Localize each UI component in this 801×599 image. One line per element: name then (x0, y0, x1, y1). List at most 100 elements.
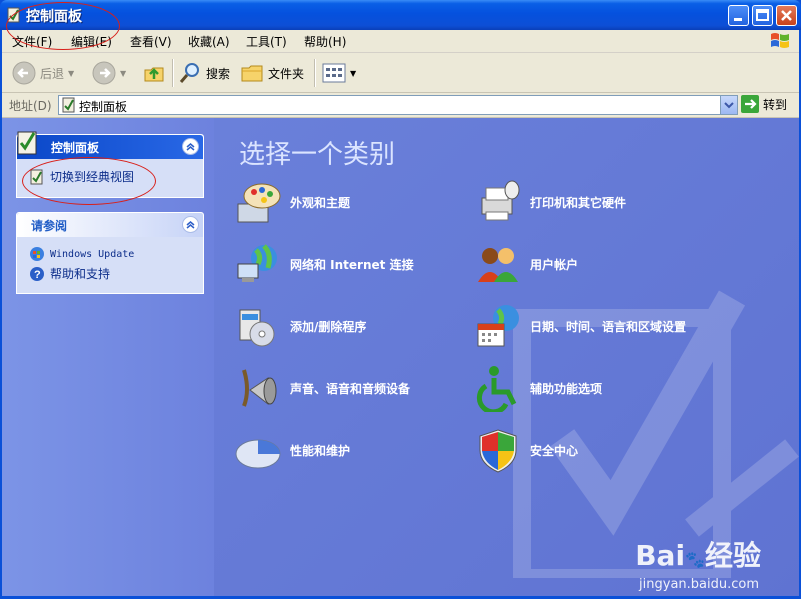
page-title: 选择一个类别 (239, 140, 396, 170)
help-and-support-label: 帮助和支持 (50, 267, 111, 281)
search-icon (179, 63, 199, 83)
category-label: 声音、语音和音频设备 (290, 381, 411, 396)
views-icon (322, 63, 346, 83)
paw-icon: 🐾 (685, 550, 705, 569)
windows-update-label: Windows Update (50, 248, 135, 260)
category-accessibility-options[interactable]: 辅助功能选项 (474, 364, 602, 412)
appearance-icon (237, 183, 281, 223)
add-remove-programs-icon (239, 309, 275, 347)
printer-icon (481, 180, 520, 221)
back-label: 后退 (40, 66, 65, 81)
search-button[interactable]: 搜索 (178, 61, 230, 85)
forward-button[interactable]: ▼ (92, 61, 126, 85)
control-panel-small-icon (62, 97, 75, 113)
category-add-remove-programs[interactable]: 添加/删除程序 (234, 302, 366, 350)
control-panel-app-icon (7, 7, 20, 23)
toolbar: 后退 ▼ ▼ 搜索 文件夹 ▼ (2, 53, 799, 93)
toolbar-separator (172, 59, 174, 87)
windows-update-link[interactable]: Windows Update (29, 246, 195, 262)
chevron-down-icon (724, 102, 734, 109)
folders-button[interactable]: 文件夹 (240, 61, 304, 85)
forward-arrow-icon (92, 61, 116, 85)
up-button[interactable] (142, 61, 166, 85)
control-panel-panel-title: 控制面板 (51, 140, 100, 155)
switch-to-classic-view-link[interactable]: 切换到经典视图 (29, 168, 195, 185)
watermark-brand2: 经验 (704, 539, 761, 572)
category-user-accounts[interactable]: 用户帐户 (474, 240, 578, 288)
help-icon: ? (30, 266, 44, 281)
performance-icon (235, 439, 281, 469)
watermark-brand: Bai (635, 539, 686, 572)
go-button[interactable]: 转到 (741, 95, 787, 113)
go-arrow-icon (741, 95, 759, 113)
security-center-icon (479, 429, 517, 473)
back-dropdown-icon[interactable]: ▼ (68, 69, 74, 78)
close-icon (781, 10, 792, 21)
collapse-button[interactable] (182, 216, 199, 233)
switch-to-classic-view-label: 切换到经典视图 (50, 170, 135, 184)
category-security-center[interactable]: 安全中心 (474, 426, 578, 474)
menu-file[interactable]: 文件(F) (12, 33, 52, 50)
control-panel-large-icon (17, 131, 37, 155)
windows-update-icon (30, 247, 44, 261)
up-folder-icon (144, 67, 164, 82)
go-label: 转到 (763, 97, 788, 112)
svg-text:?: ? (34, 269, 41, 281)
content-area: 控制面板 切换到经典视图 请参阅 Windows Update ? 帮助和支持 … (2, 118, 799, 596)
windows-logo-icon (771, 33, 789, 48)
category-performance-maintenance[interactable]: 性能和维护 (234, 426, 350, 474)
menu-edit[interactable]: 编辑(E) (71, 33, 112, 50)
see-also-panel-body: Windows Update ? 帮助和支持 (17, 237, 203, 293)
see-also-panel: 请参阅 Windows Update ? 帮助和支持 (16, 212, 204, 294)
category-label: 性能和维护 (290, 443, 351, 458)
network-icon (237, 244, 277, 282)
category-appearance-themes[interactable]: 外观和主题 (234, 178, 350, 226)
category-label: 辅助功能选项 (530, 381, 603, 396)
see-also-panel-header[interactable]: 请参阅 (17, 213, 203, 237)
category-sounds-speech-audio[interactable]: 声音、语音和音频设备 (234, 364, 410, 412)
forward-dropdown-icon[interactable]: ▼ (120, 69, 126, 78)
category-label: 用户帐户 (530, 257, 579, 272)
menu-view[interactable]: 查看(V) (130, 33, 172, 50)
back-arrow-icon (12, 61, 36, 85)
sound-icon (242, 369, 277, 407)
search-label: 搜索 (206, 66, 231, 81)
views-dropdown-icon[interactable]: ▼ (350, 69, 356, 78)
folders-label: 文件夹 (268, 66, 305, 81)
category-label: 网络和 Internet 连接 (290, 257, 414, 272)
watermark-url: jingyan.baidu.com (639, 577, 759, 592)
address-bar: 地址(D) 控制面板 转到 (2, 93, 799, 118)
users-icon (478, 248, 518, 282)
maximize-icon (756, 9, 769, 21)
category-network-internet[interactable]: 网络和 Internet 连接 (234, 240, 414, 288)
title-bar[interactable]: 控制面板 (0, 0, 801, 30)
address-label: 地址(D) (9, 99, 52, 113)
category-label: 安全中心 (530, 443, 579, 458)
address-value: 控制面板 (79, 100, 128, 114)
views-button[interactable]: ▼ (322, 61, 356, 85)
classic-view-icon (30, 169, 43, 184)
menu-help[interactable]: 帮助(H) (304, 33, 346, 50)
menu-favorites[interactable]: 收藏(A) (188, 33, 230, 50)
menu-tools[interactable]: 工具(T) (246, 33, 287, 50)
task-pane: 控制面板 切换到经典视图 请参阅 Windows Update ? 帮助和支持 (2, 118, 214, 596)
baidu-watermark: Bai🐾经验 (635, 534, 761, 574)
category-label: 日期、时间、语言和区域设置 (530, 319, 687, 334)
maximize-button[interactable] (752, 5, 773, 26)
folders-icon (241, 65, 263, 82)
control-panel-task-panel: 控制面板 切换到经典视图 (16, 131, 204, 198)
close-button[interactable] (776, 5, 797, 26)
toolbar-separator (314, 59, 316, 87)
chevron-up-icon (186, 143, 195, 151)
minimize-icon (734, 18, 742, 21)
address-dropdown-button[interactable] (720, 96, 737, 114)
address-input[interactable]: 控制面板 (58, 95, 738, 115)
control-panel-panel-header[interactable]: 控制面板 (17, 131, 203, 159)
control-panel-window: 控制面板 文件(F) 编辑(E) 查看(V) 收藏(A) 工具(T) 帮助(H)… (0, 0, 801, 599)
help-and-support-link[interactable]: ? 帮助和支持 (29, 265, 195, 282)
category-date-time-language-region[interactable]: 日期、时间、语言和区域设置 (474, 302, 686, 350)
category-printers-hardware[interactable]: 打印机和其它硬件 (474, 178, 626, 226)
minimize-button[interactable] (728, 5, 749, 26)
back-button[interactable]: 后退 ▼ (12, 61, 74, 85)
collapse-button[interactable] (182, 138, 199, 155)
